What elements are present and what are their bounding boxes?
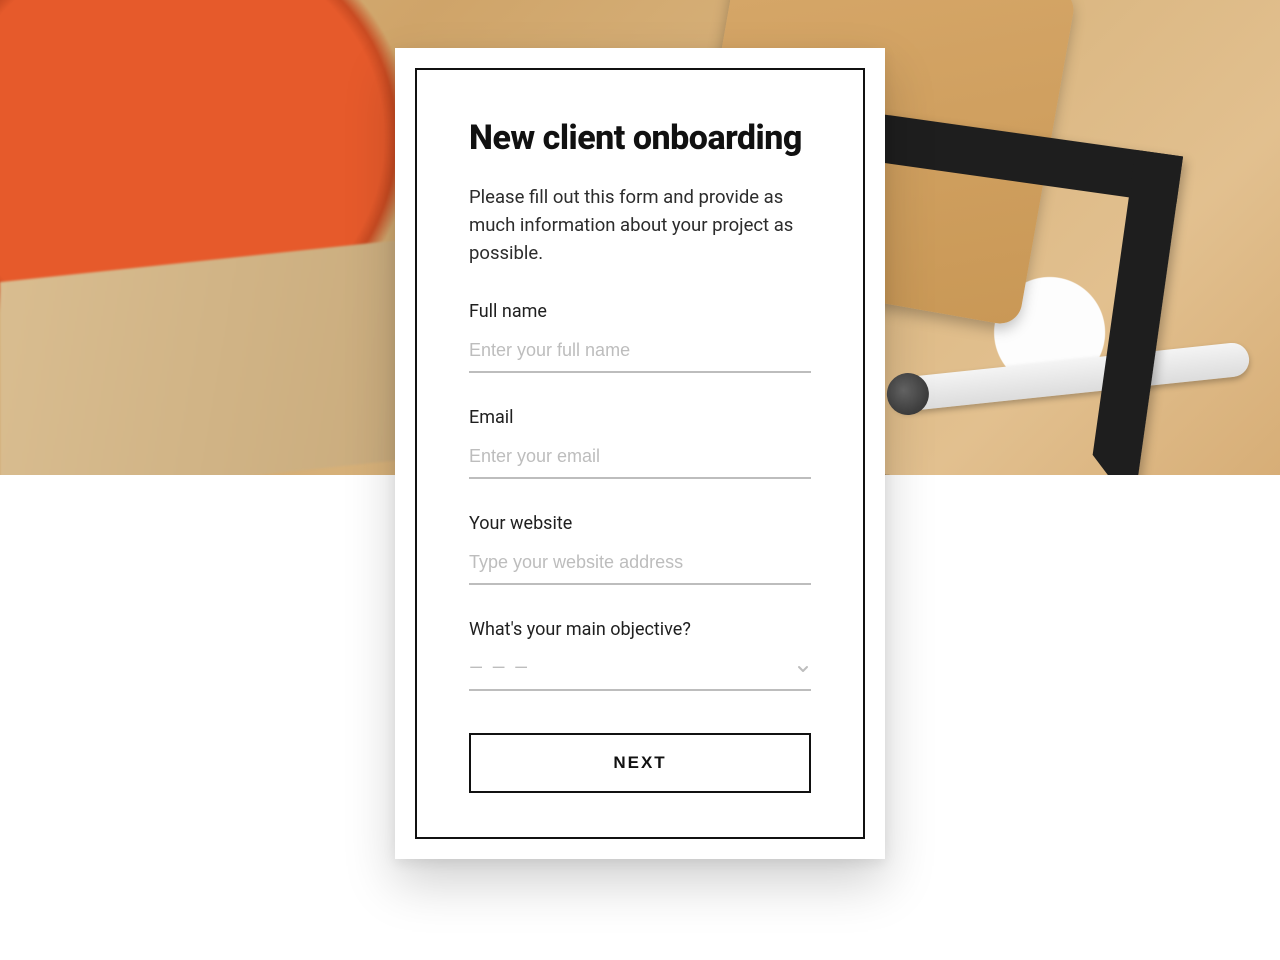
chevron-down-icon	[795, 661, 811, 677]
website-label: Your website	[469, 513, 811, 534]
objective-placeholder: — — —	[469, 658, 530, 679]
full-name-input[interactable]	[469, 334, 811, 373]
objective-select[interactable]: — — —	[469, 652, 811, 691]
form-description: Please fill out this form and provide as…	[469, 184, 811, 267]
full-name-label: Full name	[469, 301, 811, 322]
field-website: Your website	[469, 513, 811, 585]
form-card: New client onboarding Please fill out th…	[395, 48, 885, 859]
form-card-inner: New client onboarding Please fill out th…	[415, 68, 865, 839]
field-email: Email	[469, 407, 811, 479]
hero-floor	[0, 238, 420, 475]
field-full-name: Full name	[469, 301, 811, 373]
field-objective: What's your main objective? — — —	[469, 619, 811, 691]
objective-label: What's your main objective?	[469, 619, 811, 640]
form-title: New client onboarding	[469, 118, 811, 158]
email-input[interactable]	[469, 440, 811, 479]
hero-pen	[889, 341, 1251, 412]
email-label: Email	[469, 407, 811, 428]
next-button[interactable]: NEXT	[469, 733, 811, 793]
website-input[interactable]	[469, 546, 811, 585]
